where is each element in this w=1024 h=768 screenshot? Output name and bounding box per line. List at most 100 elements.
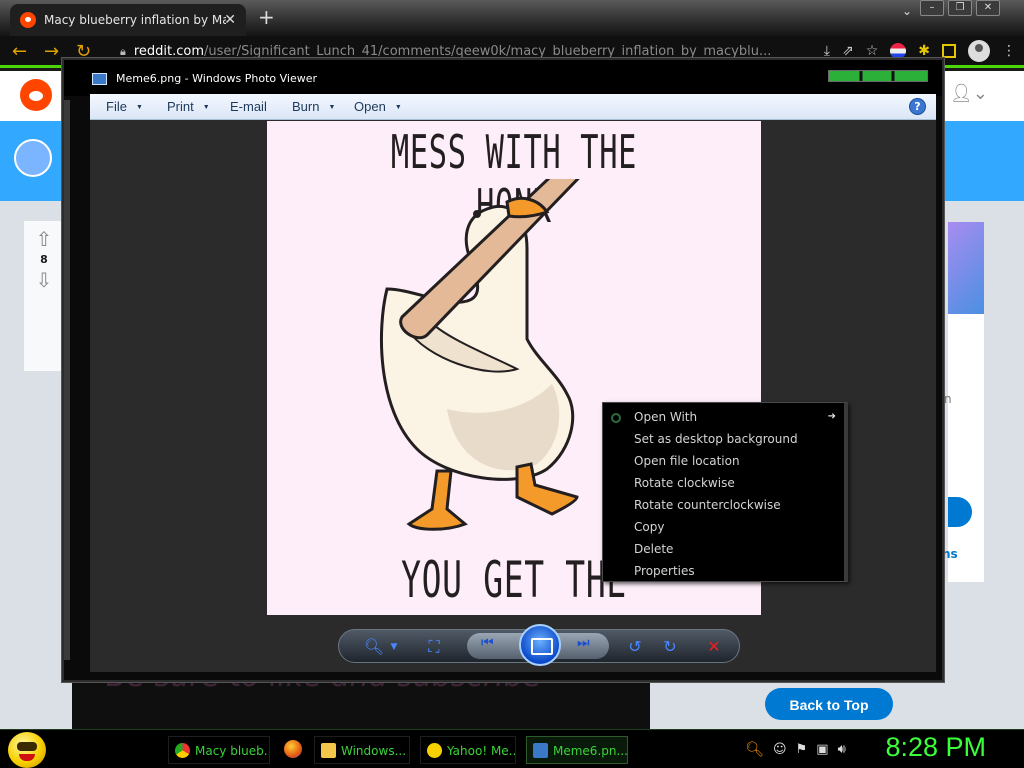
actual-size-icon[interactable]: ⛶: [423, 636, 445, 658]
photo-viewer-menubar: File ▼ Print ▼ E-mail Burn ▼ Open ▼ ?: [90, 94, 936, 120]
menu-burn[interactable]: Burn ▼: [292, 94, 335, 120]
close-window-icon[interactable]: ✕: [976, 0, 1000, 16]
menu-email[interactable]: E-mail: [230, 94, 267, 120]
context-item-label: Open With: [634, 410, 698, 424]
system-tray: 🔍︎ ☺ ⚑ ▣ 🔊︎: [745, 740, 846, 758]
action-center-flag-icon[interactable]: ⚑: [796, 742, 808, 757]
messenger-tray-icon[interactable]: ☺: [773, 742, 787, 757]
taskbar-clock[interactable]: 8:28 PM: [885, 732, 986, 763]
slideshow-button-icon[interactable]: [519, 624, 561, 666]
menu-file-caret-icon: ▼: [135, 103, 143, 111]
goose-left-foot: [406, 469, 468, 531]
sidebar-follow-button[interactable]: [948, 497, 972, 527]
context-item-delete[interactable]: Delete: [634, 538, 844, 560]
back-to-top-button[interactable]: Back to Top: [765, 688, 893, 720]
context-item-properties[interactable]: Properties: [634, 560, 844, 582]
tab-search-chevron-icon[interactable]: ⌄: [902, 4, 912, 18]
flag-extension-icon[interactable]: [890, 43, 907, 59]
taskbar-item-label: Macy blueb...: [195, 744, 270, 758]
rotate-counterclockwise-icon[interactable]: ↺: [624, 636, 646, 658]
url-path: /user/Significant_Lunch_41/comments/qeew…: [204, 44, 772, 59]
context-item-open-with[interactable]: Open With ➜: [634, 406, 844, 428]
sidebar-card: n ns: [942, 222, 984, 582]
downvote-arrow-icon[interactable]: ⇩: [24, 268, 64, 292]
menu-print[interactable]: Print ▼: [167, 94, 210, 120]
next-icon[interactable]: ⏭: [577, 635, 590, 651]
url-domain: reddit.com: [133, 44, 205, 59]
reddit-logo-icon[interactable]: [20, 79, 52, 111]
context-item-rotate-clockwise[interactable]: Rotate clockwise: [634, 472, 844, 494]
previous-icon[interactable]: ⏮: [481, 635, 494, 651]
open-with-app-icon: [611, 413, 621, 423]
context-item-rotate-counterclockwise[interactable]: Rotate counterclockwise: [634, 494, 844, 516]
help-icon[interactable]: ?: [909, 98, 926, 115]
menu-open[interactable]: Open ▼: [354, 94, 402, 120]
user-menu-icon[interactable]: 👤︎⌄: [950, 83, 988, 104]
photo-viewer-title: Meme6.png - Windows Photo Viewer: [116, 72, 318, 85]
lock-icon: 🔒︎: [120, 45, 126, 58]
browser-tab[interactable]: Macy blueberry inflation by Mac ✕: [10, 4, 246, 36]
menu-file-label: File: [106, 99, 127, 114]
menu-print-label: Print: [167, 99, 194, 114]
volume-icon[interactable]: 🔊︎: [838, 742, 846, 757]
window-control-bar[interactable]: [828, 70, 928, 82]
sidepanel-icon[interactable]: [942, 44, 956, 58]
rotate-clockwise-icon[interactable]: ↻: [659, 636, 681, 658]
submenu-arrow-icon: ➜: [827, 411, 836, 422]
menu-burn-caret-icon: ▼: [328, 103, 336, 111]
photo-viewer-titlebar[interactable]: Meme6.png - Windows Photo Viewer: [64, 60, 942, 96]
delete-icon[interactable]: ✕: [703, 636, 725, 658]
taskbar-item-photo-viewer[interactable]: Meme6.pn...: [526, 736, 628, 764]
sidebar-text-fragment: n: [944, 392, 952, 406]
goose-eye: [473, 210, 481, 218]
menu-file[interactable]: File ▼: [106, 94, 143, 120]
taskbar-item-label: Windows...: [341, 744, 407, 758]
context-menu: Open With ➜ Set as desktop background Ope…: [602, 402, 848, 582]
browser-tab-title: Macy blueberry inflation by Mac: [44, 13, 226, 27]
folder-icon: [321, 743, 336, 758]
new-tab-button[interactable]: +: [258, 5, 275, 29]
forward-arrow-icon[interactable]: →: [44, 41, 59, 62]
yahoo-smiley-icon: [427, 743, 442, 758]
puzzle-extension-icon[interactable]: ✱: [918, 43, 930, 59]
photo-viewer-app-icon: [92, 73, 107, 85]
upvote-arrow-icon[interactable]: ⇧: [24, 227, 64, 251]
back-arrow-icon[interactable]: ←: [12, 41, 27, 62]
taskbar-item-chrome[interactable]: Macy blueb...: [168, 736, 270, 764]
taskbar-item-yahoo-messenger[interactable]: Yahoo! Me...: [420, 736, 516, 764]
network-icon[interactable]: ▣: [816, 742, 828, 757]
goose-right-foot: [515, 462, 579, 516]
download-icon[interactable]: ⤓: [824, 43, 830, 59]
context-item-set-desktop-background[interactable]: Set as desktop background: [634, 428, 844, 450]
context-item-copy[interactable]: Copy: [634, 516, 844, 538]
taskbar-item-label: Meme6.pn...: [553, 744, 628, 758]
tab-close-icon[interactable]: ✕: [224, 12, 236, 28]
photo-viewer-window: Meme6.png - Windows Photo Viewer File ▼ P…: [62, 58, 944, 682]
sidebar-card-image: [948, 222, 984, 314]
firefox-icon[interactable]: [284, 740, 302, 758]
share-icon[interactable]: ⇗: [842, 43, 854, 59]
photo-display-area: MESS WITH THE HONK YOU GET THE BONK �: [90, 120, 936, 672]
profile-avatar[interactable]: [14, 139, 52, 177]
photo-viewer-icon: [533, 743, 548, 758]
zoom-dropdown-icon[interactable]: ▼: [383, 636, 405, 658]
profile-avatar-icon[interactable]: [968, 40, 990, 62]
chrome-icon: [175, 743, 190, 758]
menu-burn-label: Burn: [292, 99, 320, 114]
search-icon[interactable]: 🔍︎: [745, 740, 764, 758]
menu-open-caret-icon: ▼: [394, 103, 402, 111]
sidebar-link-fragment[interactable]: ns: [942, 547, 958, 561]
context-item-open-file-location[interactable]: Open file location: [634, 450, 844, 472]
maximize-icon[interactable]: ❐: [948, 0, 972, 16]
kebab-menu-icon[interactable]: ⋮: [1002, 43, 1016, 59]
browser-tab-bar: Macy blueberry inflation by Mac ✕ + ⌄ – …: [0, 0, 1024, 36]
minimize-icon[interactable]: –: [920, 0, 944, 16]
bookmark-star-icon[interactable]: ☆: [866, 43, 879, 59]
menu-open-label: Open: [354, 99, 386, 114]
start-button-smiley-icon[interactable]: [8, 732, 46, 768]
browser-window-controls: – ❐ ✕: [920, 0, 1000, 16]
vote-column: ⇧ 8 ⇩: [24, 221, 64, 371]
taskbar-item-windows-explorer[interactable]: Windows...: [314, 736, 410, 764]
zoom-icon[interactable]: 🔍︎: [363, 636, 385, 658]
menu-print-caret-icon: ▼: [202, 103, 210, 111]
